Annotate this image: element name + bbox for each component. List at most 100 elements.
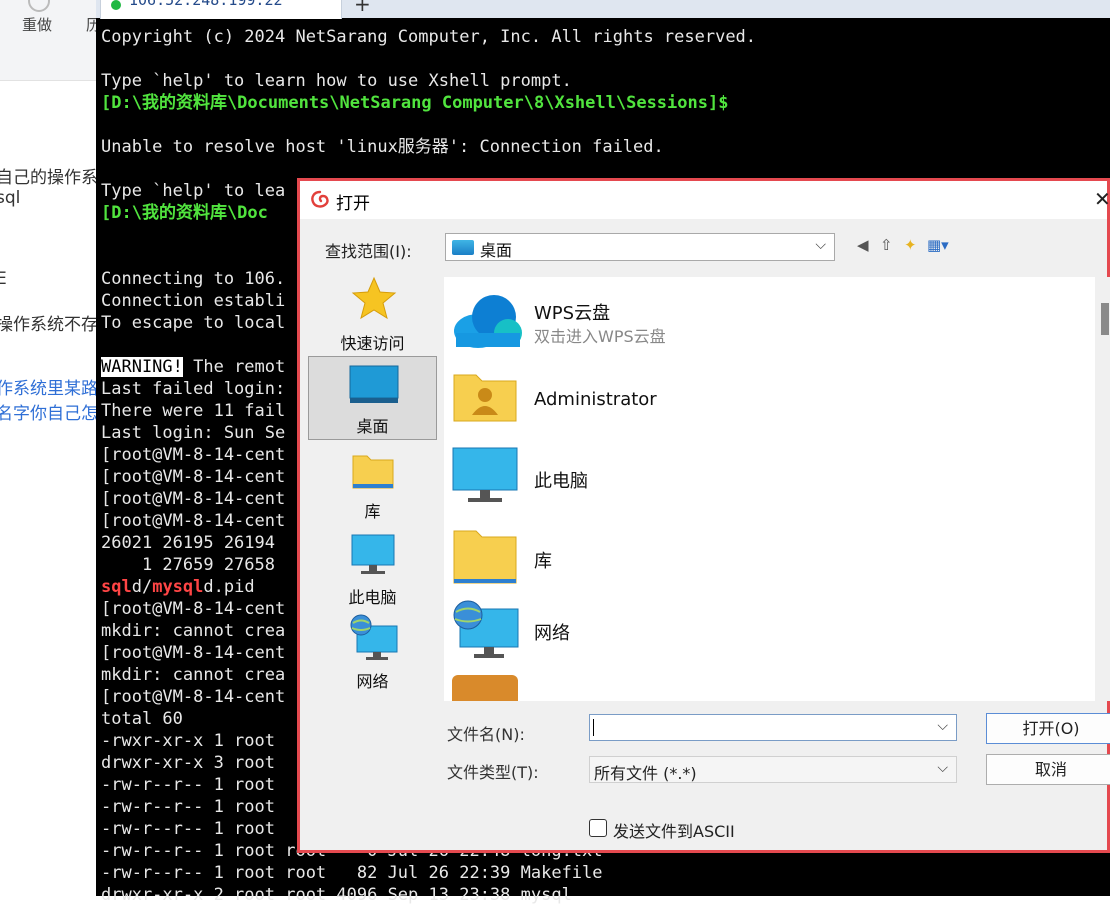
terminal-line: There were 11 fail <box>101 401 286 421</box>
place-label: 桌面 <box>356 417 389 436</box>
list-item[interactable]: 网络 <box>452 599 1052 669</box>
place-label: 库 <box>364 502 381 521</box>
dialog-title: 打开 <box>336 194 370 214</box>
file-name: 网络 <box>534 623 570 644</box>
library-folder-icon <box>453 530 517 584</box>
network-icon <box>453 600 519 658</box>
terminal-line: [root@VM-8-14-cent <box>101 599 286 619</box>
new-folder-icon[interactable]: ✦ <box>904 236 917 254</box>
places-bar: 快速访问 桌面 库 此电脑 网络 <box>305 268 438 808</box>
terminal-line: Connection establi <box>101 291 286 311</box>
terminal-line: -rwxr-xr-x 1 root <box>101 731 275 751</box>
terminal-line: -rw-r--r-- 1 root <box>101 819 275 839</box>
terminal-line: mkdir: cannot crea <box>101 621 286 641</box>
xshell-app-icon <box>311 190 329 208</box>
partial-item-icon <box>452 675 518 701</box>
terminal-line: -rw-r--r-- 1 root <box>101 775 275 795</box>
text-caret <box>593 719 594 736</box>
page-link[interactable]: 名字你自己怎 <box>0 399 98 424</box>
place-quick-access[interactable]: 快速访问 <box>308 272 437 356</box>
place-label: 此电脑 <box>348 588 397 607</box>
terminal-warning-line: WARNING! The remot <box>101 356 285 378</box>
up-folder-icon[interactable]: ⇧ <box>880 236 893 254</box>
terminal-line: total 60 <box>101 709 183 729</box>
list-item[interactable] <box>452 675 1052 701</box>
terminal-tabbar: 106.52.248.199.22 + <box>96 0 1110 19</box>
terminal-line: Last login: Sun Se <box>101 423 286 443</box>
terminal-line: Type `help' to learn how to use Xshell p… <box>101 71 572 91</box>
file-name: 库 <box>534 551 552 572</box>
place-library[interactable]: 库 <box>308 446 437 530</box>
page-text: 自己的操作系 <box>0 168 98 188</box>
user-folder-icon <box>453 374 517 422</box>
place-this-pc[interactable]: 此电脑 <box>308 530 437 614</box>
place-label: 网络 <box>356 672 389 691</box>
terminal-line: mkdir: cannot crea <box>101 665 286 685</box>
close-icon[interactable]: ✕ <box>1094 187 1110 211</box>
place-label: 快速访问 <box>340 334 405 353</box>
list-item[interactable]: Administrator <box>452 371 1052 441</box>
terminal-line: 1 27659 27658 <box>101 555 275 575</box>
terminal-line: Connecting to 106. <box>101 269 286 289</box>
look-in-label: 查找范围(I): <box>325 242 412 261</box>
highlight-sql: sql <box>101 577 132 597</box>
terminal-line: Unable to resolve host 'linux服务器': Conne… <box>101 137 664 157</box>
page-text: sql <box>0 188 21 208</box>
list-item[interactable]: 库 <box>452 527 1052 597</box>
terminal-line: [root@VM-8-14-cent <box>101 445 286 465</box>
send-ascii-label[interactable]: 发送文件到ASCII <box>613 818 735 842</box>
look-in-value: 桌面 <box>480 241 513 260</box>
desktop-icon <box>349 365 399 403</box>
dialog-titlebar[interactable]: 打开 ✕ <box>300 181 1110 219</box>
send-ascii-checkbox[interactable] <box>589 819 607 837</box>
session-tab[interactable]: 106.52.248.199.22 <box>100 0 342 19</box>
file-list-scrollbar[interactable] <box>1100 277 1110 701</box>
look-in-dropdown[interactable]: 桌面 ⌵ <box>445 233 835 261</box>
redo-icon[interactable] <box>28 0 50 12</box>
pid-path-part: d/ <box>131 577 153 597</box>
session-tab-label: 106.52.248.199.22 <box>129 0 283 9</box>
filename-label: 文件名(N): <box>447 725 525 744</box>
scroll-thumb[interactable] <box>1101 303 1109 335</box>
place-desktop[interactable]: 桌面 <box>308 356 437 440</box>
redo-button[interactable]: 重做 <box>22 14 52 35</box>
list-item[interactable]: WPS云盘 双击进入WPS云盘 <box>452 293 1052 363</box>
page-text: E <box>0 269 7 289</box>
terminal-line: -rw-r--r-- 1 root root 82 Jul 26 22:39 M… <box>101 863 603 883</box>
wps-cloud-icon <box>454 295 522 348</box>
file-name: Administrator <box>534 389 657 410</box>
terminal-line: [root@VM-8-14-cent <box>101 489 286 509</box>
pid-path-part: d.pid <box>203 577 255 597</box>
browser-toolbar: 重做 历 <box>0 0 98 81</box>
view-menu-icon[interactable]: ▦▾ <box>927 236 949 254</box>
filetype-label: 文件类型(T): <box>447 763 539 782</box>
back-icon[interactable]: ◀ <box>857 236 869 254</box>
warning-rest: The remot <box>182 357 286 377</box>
new-tab-icon[interactable]: + <box>354 0 371 16</box>
terminal-line: -rw-r--r-- 1 root <box>101 797 275 817</box>
terminal-prompt: [D:\我的资料库\Documents\NetSarang Computer\8… <box>101 93 729 113</box>
star-icon <box>351 276 397 320</box>
terminal-pid-line: sqld/mysqld.pid <box>101 576 255 598</box>
network-icon <box>350 614 398 660</box>
filename-input[interactable]: ⌵ <box>589 714 957 741</box>
background-browser: 重做 历 自己的操作系 sql E 操作系统不存 作系统里某路 名字你自己怎 <box>0 0 98 896</box>
cancel-button[interactable]: 取消 <box>986 754 1110 785</box>
terminal-line: [root@VM-8-14-cent <box>101 511 286 531</box>
open-file-dialog: 打开 ✕ 查找范围(I): 桌面 ⌵ ◀ ⇧ ✦ ▦▾ 快速访问 桌面 库 此电… <box>297 178 1110 853</box>
list-item[interactable]: 此电脑 <box>452 447 1052 517</box>
file-list[interactable]: WPS云盘 双击进入WPS云盘 Administrator 此电脑 库 网络 <box>444 277 1095 701</box>
terminal-line: [root@VM-8-14-cent <box>101 467 286 487</box>
page-link[interactable]: 作系统里某路 <box>0 374 98 399</box>
open-button[interactable]: 打开(O) <box>986 713 1110 744</box>
terminal-line: [root@VM-8-14-cent <box>101 687 286 707</box>
filetype-value: 所有文件 (*.*) <box>594 764 697 783</box>
chevron-down-icon[interactable]: ⌵ <box>937 718 948 734</box>
place-network[interactable]: 网络 <box>308 614 437 698</box>
terminal-line: To escape to local <box>101 313 286 333</box>
chevron-down-icon[interactable]: ⌵ <box>815 237 826 253</box>
filetype-dropdown[interactable]: 所有文件 (*.*) ⌵ <box>589 756 957 783</box>
page-text: 操作系统不存 <box>0 315 98 335</box>
chevron-down-icon[interactable]: ⌵ <box>937 760 948 776</box>
library-folder-icon <box>352 455 394 489</box>
